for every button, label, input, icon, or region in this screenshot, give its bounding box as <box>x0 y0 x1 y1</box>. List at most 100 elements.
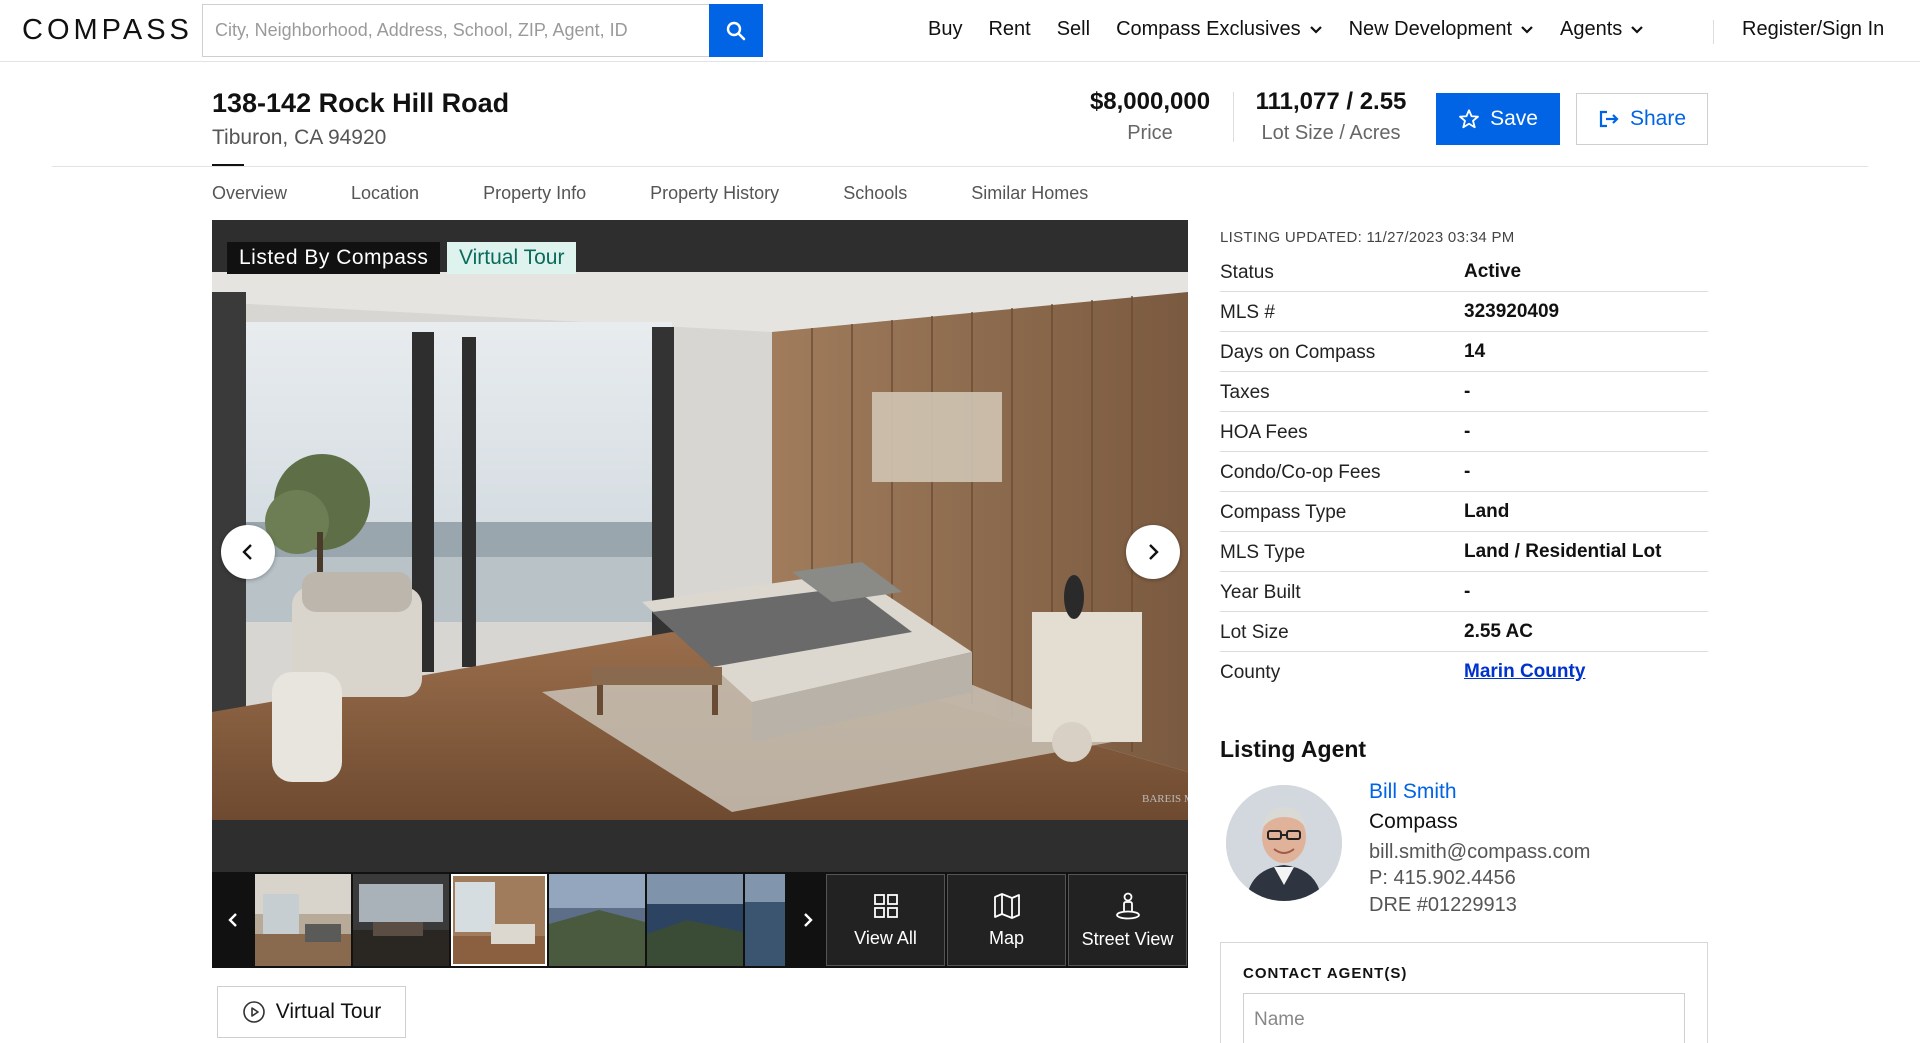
tab-location[interactable]: Location <box>351 183 419 204</box>
detail-key: MLS Type <box>1220 542 1306 563</box>
detail-value: - <box>1464 581 1471 602</box>
chevron-right-icon <box>1149 544 1159 560</box>
detail-key: HOA Fees <box>1220 422 1308 443</box>
detail-row-year-built: Year Built - <box>1220 572 1708 612</box>
view-all-button[interactable]: View All <box>826 874 945 966</box>
tab-property-history[interactable]: Property History <box>650 183 779 204</box>
nav-buy[interactable]: Buy <box>928 18 962 41</box>
next-photo-button[interactable] <box>1126 525 1180 579</box>
nav-rent[interactable]: Rent <box>988 18 1030 41</box>
detail-key: MLS # <box>1220 302 1275 323</box>
chevron-left-icon <box>242 544 252 560</box>
detail-row-lot-size: Lot Size 2.55 AC <box>1220 612 1708 652</box>
price-stat: $8,000,000 Price <box>1088 88 1212 145</box>
listed-by-compass-badge: Listed By Compass <box>227 242 441 274</box>
section-tabs: Overview Location Property Info Property… <box>212 183 1152 204</box>
nav-sell[interactable]: Sell <box>1057 18 1090 41</box>
tab-similar-homes[interactable]: Similar Homes <box>971 183 1088 204</box>
listing-city: Tiburon, CA 94920 <box>212 126 387 149</box>
grid-icon <box>873 893 898 918</box>
detail-key: Taxes <box>1220 382 1270 403</box>
lot-value: 111,077 / 2.55 <box>1255 88 1407 115</box>
nav-compass-exclusives[interactable]: Compass Exclusives <box>1116 18 1323 41</box>
header-divider <box>52 166 1868 167</box>
detail-row-hoa-fees: HOA Fees - <box>1220 412 1708 452</box>
detail-row-compass-type: Compass Type Land <box>1220 492 1708 532</box>
detail-key: County <box>1220 662 1281 683</box>
nav-divider <box>1713 20 1714 44</box>
thumbnail-4[interactable] <box>549 874 645 966</box>
chevron-left-icon <box>228 913 237 927</box>
thumbnail-6[interactable] <box>745 874 785 966</box>
thumbnail-next-button[interactable] <box>787 872 829 968</box>
lot-stat: 111,077 / 2.55 Lot Size / Acres <box>1252 88 1410 145</box>
thumbnail-2[interactable] <box>353 874 449 966</box>
detail-key: Days on Compass <box>1220 342 1376 363</box>
share-button[interactable]: Share <box>1576 93 1708 145</box>
tab-overview[interactable]: Overview <box>212 183 287 204</box>
virtual-tour-badge[interactable]: Virtual Tour <box>447 242 577 274</box>
search-icon <box>726 21 746 40</box>
detail-value: - <box>1464 421 1471 442</box>
nav-agents[interactable]: Agents <box>1560 18 1644 41</box>
agent-name-link[interactable]: Bill Smith <box>1369 780 1457 804</box>
listing-address: 138-142 Rock Hill Road <box>212 88 510 118</box>
search-button[interactable] <box>709 4 763 57</box>
stat-divider <box>1233 92 1234 142</box>
agent-dre: DRE #01229913 <box>1369 894 1517 916</box>
detail-key: Lot Size <box>1220 622 1289 643</box>
tab-property-info[interactable]: Property Info <box>483 183 586 204</box>
thumbnail-prev-button[interactable] <box>212 872 254 968</box>
street-view-person-icon <box>1115 892 1140 919</box>
register-sign-in-link[interactable]: Register/Sign In <box>1742 18 1884 41</box>
lot-label: Lot Size / Acres <box>1261 122 1401 144</box>
detail-key: Status <box>1220 262 1274 283</box>
chevron-right-icon <box>804 913 813 927</box>
detail-row-days-on-compass: Days on Compass 14 <box>1220 332 1708 372</box>
agent-company: Compass <box>1369 810 1458 833</box>
main-listing-photo[interactable]: BAREIS MLS <box>212 272 1188 820</box>
price-value: $8,000,000 <box>1089 88 1211 115</box>
detail-value: Active <box>1464 261 1522 282</box>
detail-value: 323920409 <box>1464 301 1560 322</box>
detail-key: Compass Type <box>1220 502 1347 523</box>
agent-phone[interactable]: P: 415.902.4456 <box>1369 867 1516 890</box>
listing-agent-heading: Listing Agent <box>1220 736 1367 762</box>
detail-row-status: Status Active <box>1220 252 1708 292</box>
map-button[interactable]: Map <box>947 874 1066 966</box>
detail-key: Condo/Co-op Fees <box>1220 462 1381 483</box>
tab-schools[interactable]: Schools <box>843 183 907 204</box>
agent-avatar[interactable] <box>1226 785 1342 901</box>
virtual-tour-button[interactable]: Virtual Tour <box>217 986 406 1038</box>
contact-name-input[interactable] <box>1243 993 1685 1043</box>
nav-new-development[interactable]: New Development <box>1349 18 1534 41</box>
county-link[interactable]: Marin County <box>1464 661 1585 683</box>
detail-value: 2.55 AC <box>1464 621 1533 642</box>
price-label: Price <box>1127 122 1173 144</box>
save-button[interactable]: Save <box>1436 93 1560 145</box>
detail-row-mls-type: MLS Type Land / Residential Lot <box>1220 532 1708 572</box>
detail-row-mls: MLS # 323920409 <box>1220 292 1708 332</box>
thumbnail-1[interactable] <box>255 874 351 966</box>
search-input[interactable] <box>203 5 709 56</box>
thumbnail-5[interactable] <box>647 874 743 966</box>
detail-row-taxes: Taxes - <box>1220 372 1708 412</box>
photo-gallery: BAREIS MLS Listed By Compass Virtual Tou… <box>212 220 1188 968</box>
chevron-down-icon <box>1521 25 1533 34</box>
detail-value: - <box>1464 381 1471 402</box>
street-view-button[interactable]: Street View <box>1068 874 1187 966</box>
thumbnail-3-active[interactable] <box>451 874 547 966</box>
contact-agent-heading: CONTACT AGENT(S) <box>1243 965 1408 982</box>
play-circle-icon <box>242 1001 265 1023</box>
agent-email[interactable]: bill.smith@compass.com <box>1369 841 1590 864</box>
listing-details-table: Status Active MLS # 323920409 Days on Comp… <box>1220 252 1708 692</box>
share-icon <box>1599 110 1619 128</box>
listing-updated: LISTING UPDATED: 11/27/2023 03:34 PM <box>1220 229 1515 246</box>
compass-logo[interactable]: COMPASS <box>22 14 193 47</box>
detail-value: 14 <box>1464 341 1486 362</box>
detail-key: Year Built <box>1220 582 1301 603</box>
photo-watermark: BAREIS MLS <box>1142 793 1188 805</box>
previous-photo-button[interactable] <box>221 525 275 579</box>
chevron-down-icon <box>1631 25 1644 34</box>
star-icon <box>1459 109 1479 129</box>
